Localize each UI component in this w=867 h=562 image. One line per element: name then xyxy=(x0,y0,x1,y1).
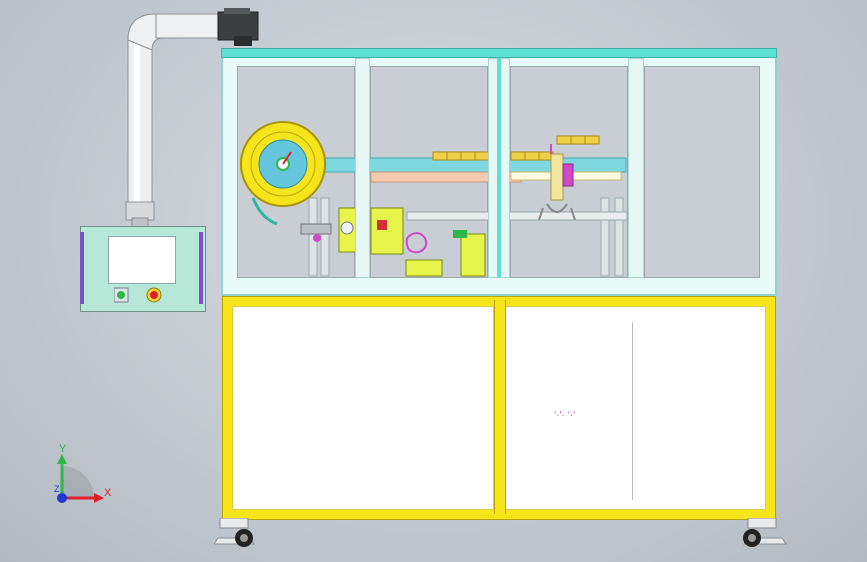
caster-right-icon xyxy=(743,518,787,547)
axis-z-label: Z xyxy=(54,484,60,494)
caster-left-icon xyxy=(214,518,255,547)
upper-center-post xyxy=(497,58,501,278)
lower-panel-right xyxy=(504,306,766,510)
green-start-button-icon[interactable] xyxy=(114,287,129,303)
pendant-right-rail xyxy=(199,232,203,304)
panel-divider-line xyxy=(632,322,633,500)
pendant-buttons xyxy=(114,287,162,303)
hmi-screen[interactable] xyxy=(108,236,176,284)
panel-marking: ‘·'· ‘·' xyxy=(554,410,576,421)
upper-mullion-1 xyxy=(355,58,370,278)
axis-x-label: X xyxy=(104,487,112,499)
axis-y-label: Y xyxy=(59,443,67,455)
pendant-left-rail xyxy=(80,232,84,304)
red-emergency-stop-icon[interactable] xyxy=(146,287,162,303)
lower-center-post xyxy=(494,300,506,514)
upper-mullion-3 xyxy=(628,58,644,278)
lower-panel-left xyxy=(232,306,494,510)
